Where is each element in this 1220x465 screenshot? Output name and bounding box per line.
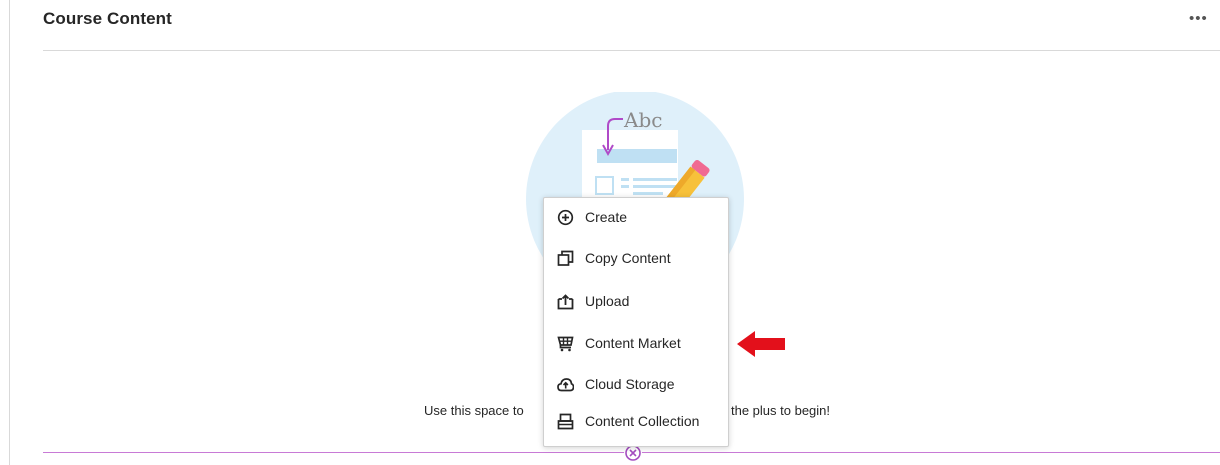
menu-item-label: Content Collection	[585, 413, 700, 429]
page-title: Course Content	[43, 9, 172, 28]
empty-state-text-left: Use this space to	[424, 403, 524, 418]
plus-circle-icon	[557, 209, 574, 226]
menu-item-label: Copy Content	[585, 250, 671, 266]
menu-item-cloud-storage[interactable]: Cloud Storage	[544, 367, 728, 401]
header-divider	[43, 50, 1220, 51]
menu-item-label: Upload	[585, 293, 630, 309]
menu-item-label: Cloud Storage	[585, 376, 675, 392]
menu-item-copy-content[interactable]: Copy Content	[544, 241, 728, 275]
abc-text: Abc	[623, 108, 662, 132]
menu-item-label: Create	[585, 209, 628, 225]
more-options-button[interactable]: •••	[1189, 11, 1208, 26]
menu-item-label: Content Market	[585, 335, 681, 351]
menu-item-upload[interactable]: Upload	[544, 284, 728, 318]
empty-state-text-right: the plus to begin!	[731, 403, 831, 418]
menu-item-create[interactable]: Create	[544, 200, 728, 234]
copy-icon	[557, 250, 574, 266]
upload-icon	[557, 294, 574, 310]
add-content-menu: Create Copy Content Upload Content Marke…	[543, 197, 729, 447]
menu-item-content-market[interactable]: Content Market	[544, 326, 728, 360]
red-arrow-icon	[737, 331, 785, 357]
menu-item-content-collection[interactable]: Content Collection	[544, 404, 728, 438]
cloud-upload-icon	[557, 378, 574, 392]
left-border	[9, 0, 10, 465]
collection-icon	[557, 413, 574, 430]
cart-icon	[557, 336, 574, 352]
